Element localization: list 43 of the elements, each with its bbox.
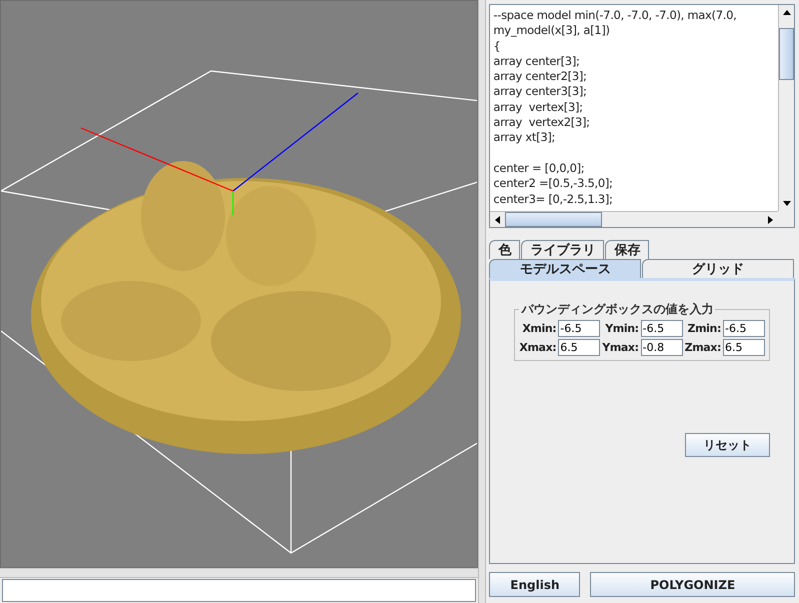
field-label: Xmin: — [521, 322, 556, 335]
field-label: Ymax: — [602, 341, 639, 354]
input-field[interactable]: -6.5 — [558, 320, 600, 337]
input-field[interactable]: 6.5 — [723, 339, 765, 356]
input-field[interactable]: -6.5 — [723, 320, 765, 337]
input-field[interactable]: -6.5 — [640, 320, 683, 337]
up-arrow-icon[interactable] — [782, 10, 790, 15]
code-line: array xt[3]; — [493, 130, 556, 146]
tab[interactable]: 色 — [489, 240, 520, 259]
field-label: Zmin: — [686, 322, 721, 335]
code-line: center2 =[0.5,-3.5,0]; — [493, 176, 614, 192]
code-line: array center2[3]; — [493, 69, 588, 84]
code-line: array center3[3]; — [493, 84, 588, 100]
right-arrow-icon[interactable] — [768, 216, 773, 224]
down-arrow-icon[interactable] — [782, 201, 790, 206]
tab[interactable]: モデルスペース — [489, 259, 642, 278]
input-field[interactable]: 6.5 — [558, 339, 600, 356]
code-line: array center[3]; — [493, 54, 581, 70]
reset-button[interactable]: リセット — [685, 433, 770, 457]
code-line: array vertex[3]; — [493, 100, 584, 116]
code-line: { — [493, 38, 502, 54]
field-label: Zmax: — [684, 341, 721, 354]
field-label: Xmax: — [519, 341, 556, 354]
tab[interactable]: 保存 — [605, 240, 650, 259]
tab[interactable]: ライブラリ — [521, 240, 604, 259]
vertical-scrollbar[interactable] — [778, 5, 794, 211]
code-line: center3= [0,-2.5,1.3]; — [493, 192, 614, 207]
field-label: Ymin: — [604, 322, 639, 335]
code-line: my_model(x[3], a[1]) — [493, 23, 611, 39]
left-arrow-icon[interactable] — [495, 216, 500, 224]
tab[interactable]: グリッド — [642, 259, 794, 278]
input-field[interactable]: -0.8 — [640, 339, 683, 356]
code-line: array vertex2[3]; — [493, 115, 591, 130]
horizontal-scrollbar[interactable] — [490, 211, 778, 227]
code-line: --space model min(-7.0, -7.0, -7.0), max(7.0, — [493, 8, 738, 24]
polygonize-button[interactable]: POLYGONIZE — [590, 572, 795, 597]
input-field[interactable] — [2, 579, 476, 602]
scrollbar-thumb[interactable] — [779, 28, 794, 80]
language-button[interactable]: English — [489, 572, 580, 597]
code-line: center = [0,0,0]; — [493, 160, 586, 176]
code-editor[interactable] — [489, 4, 795, 228]
scrollbar-thumb[interactable] — [505, 212, 602, 227]
group-title: バウンディングボックスの値を入力 — [520, 301, 714, 318]
